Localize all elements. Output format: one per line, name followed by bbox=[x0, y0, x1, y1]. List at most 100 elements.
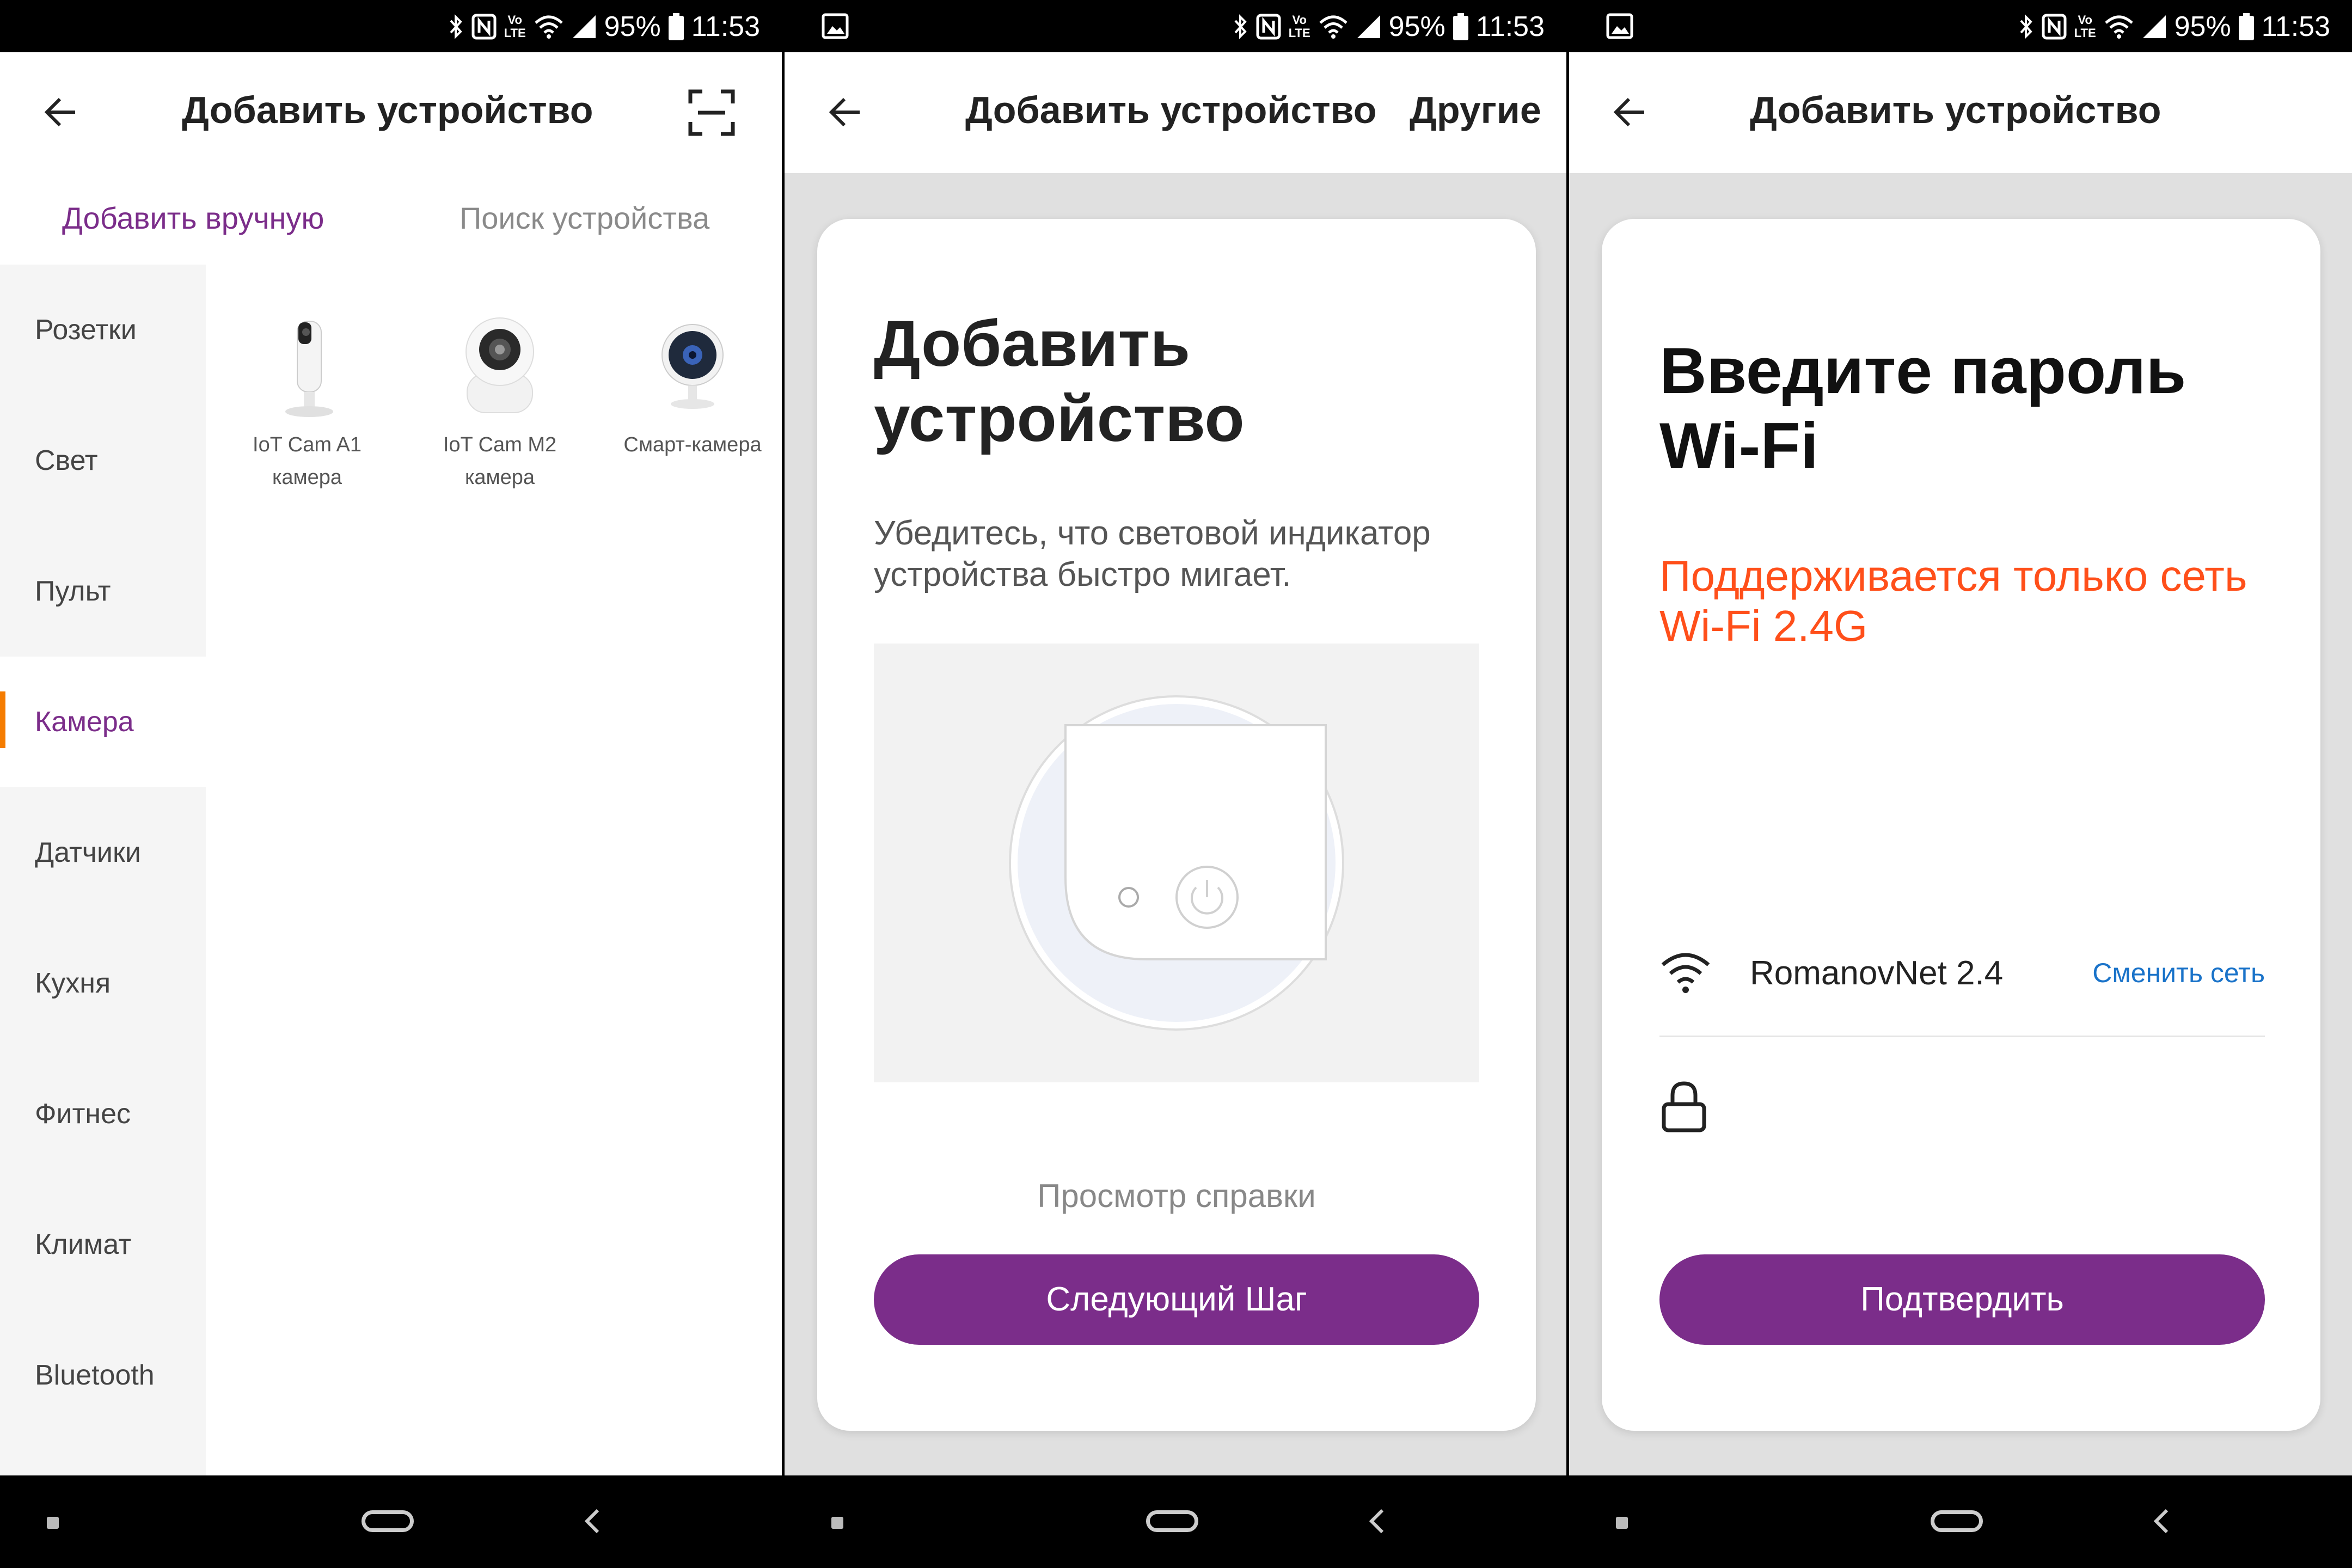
status-bar: Vo LTE 95% 11:53 bbox=[1569, 0, 2352, 52]
category-item-climate[interactable]: Климат bbox=[0, 1179, 206, 1310]
device-indicator-illustration bbox=[874, 644, 1479, 1082]
battery-icon bbox=[2238, 13, 2254, 40]
nfc-icon bbox=[1256, 14, 1281, 40]
category-item-remote[interactable]: Пульт bbox=[0, 526, 206, 657]
category-item-camera[interactable]: Камера bbox=[0, 657, 206, 787]
tab-search-device[interactable]: Поиск устройства bbox=[460, 200, 709, 236]
page-title: Добавить устройство bbox=[1750, 89, 2161, 131]
category-label: Розетки bbox=[35, 314, 137, 346]
category-label: Пульт bbox=[35, 575, 111, 607]
app-bar: Добавить устройство Другие bbox=[785, 52, 1566, 173]
home-icon[interactable] bbox=[362, 1510, 414, 1532]
warning-line1: Поддерживается только сеть bbox=[1659, 552, 2247, 600]
category-list: Розетки Свет Пульт Камера Датчики Кухня … bbox=[0, 265, 206, 1475]
status-bar: Vo LTE 95% 11:53 bbox=[785, 0, 1566, 52]
device-grid: IoT Cam A1 камера IoT Cam M2 камера Смар… bbox=[206, 265, 782, 1475]
home-icon[interactable] bbox=[1146, 1510, 1198, 1532]
device-name-line2: камера bbox=[464, 466, 535, 489]
confirm-button[interactable]: Подтвердить bbox=[1659, 1254, 2265, 1345]
other-action-button[interactable]: Другие bbox=[1410, 88, 1541, 132]
page-title: Добавить устройство bbox=[965, 89, 1377, 131]
help-link[interactable]: Просмотр справки bbox=[817, 1177, 1536, 1215]
category-label: Климат bbox=[35, 1229, 132, 1260]
camera-m2-image bbox=[465, 317, 534, 413]
card-heading: Добавить устройство bbox=[874, 306, 1245, 456]
battery-icon bbox=[1453, 13, 1468, 40]
next-step-button[interactable]: Следующий Шаг bbox=[874, 1254, 1479, 1345]
category-item-sockets[interactable]: Розетки bbox=[0, 265, 206, 395]
recent-apps-icon[interactable] bbox=[47, 1517, 59, 1529]
wifi-icon bbox=[1661, 953, 1710, 993]
app-bar: Добавить устройство bbox=[0, 52, 782, 173]
power-button-illustration bbox=[1009, 695, 1344, 1031]
wifi-network-row: RomanovNet 2.4 Сменить сеть bbox=[1659, 927, 2265, 1037]
category-label: Свет bbox=[35, 445, 98, 476]
back-arrow-icon[interactable] bbox=[826, 93, 865, 132]
device-card-smart-camera[interactable]: Смарт-камера bbox=[600, 314, 782, 464]
warning-line2: Wi-Fi 2.4G bbox=[1659, 602, 1868, 650]
category-label: Bluetooth bbox=[35, 1359, 155, 1391]
wifi-warning-text: Поддерживается только сеть Wi-Fi 2.4G bbox=[1659, 551, 2286, 651]
category-item-fitness[interactable]: Фитнес bbox=[0, 1049, 206, 1179]
app-bar: Добавить устройство bbox=[1569, 52, 2352, 173]
volte-icon: Vo LTE bbox=[1288, 13, 1310, 40]
recent-apps-icon[interactable] bbox=[1616, 1517, 1628, 1529]
device-name-line1: Смарт-камера bbox=[623, 433, 762, 456]
category-item-sensors[interactable]: Датчики bbox=[0, 787, 206, 918]
device-card-iot-cam-a1[interactable]: IoT Cam A1 камера bbox=[215, 314, 400, 491]
tab-bar: Добавить вручную Поиск устройства bbox=[0, 173, 782, 265]
scan-icon[interactable] bbox=[687, 88, 736, 137]
gallery-notification-icon bbox=[1606, 13, 1633, 39]
category-label: Кухня bbox=[35, 967, 111, 999]
nfc-icon bbox=[2042, 14, 2067, 40]
nfc-icon bbox=[471, 14, 497, 40]
home-icon[interactable] bbox=[1931, 1510, 1983, 1532]
recent-apps-icon[interactable] bbox=[831, 1517, 843, 1529]
category-label: Датчики bbox=[35, 837, 141, 868]
bluetooth-icon bbox=[1234, 14, 1247, 39]
category-item-kitchen[interactable]: Кухня bbox=[0, 918, 206, 1049]
system-nav-bar bbox=[1569, 1475, 2352, 1568]
instruction-text: Убедитесь, что световой индикатор устрой… bbox=[874, 514, 1431, 593]
wifi-password-input[interactable] bbox=[1750, 1085, 2242, 1129]
bluetooth-icon bbox=[2020, 14, 2032, 39]
bluetooth-icon bbox=[450, 14, 462, 39]
volte-icon: Vo LTE bbox=[2074, 13, 2096, 40]
category-label: Камера bbox=[35, 706, 134, 738]
clock: 11:53 bbox=[691, 11, 760, 42]
wifi-status-icon bbox=[1319, 15, 1347, 39]
tab-add-manually[interactable]: Добавить вручную bbox=[62, 200, 324, 236]
clock: 11:53 bbox=[2261, 11, 2330, 42]
clock: 11:53 bbox=[1475, 11, 1545, 42]
device-name-line2: камера bbox=[272, 466, 342, 489]
system-nav-bar bbox=[0, 1475, 782, 1568]
heading-line1: Введите пароль bbox=[1659, 334, 2186, 407]
back-arrow-icon[interactable] bbox=[1610, 93, 1650, 132]
battery-percent: 95% bbox=[604, 11, 661, 42]
heading-line1: Добавить bbox=[874, 307, 1191, 380]
battery-icon bbox=[668, 13, 684, 40]
category-item-bluetooth[interactable]: Bluetooth bbox=[0, 1310, 206, 1441]
password-row bbox=[1659, 1068, 2265, 1144]
volte-icon: Vo LTE bbox=[504, 13, 526, 40]
change-network-link[interactable]: Сменить сеть bbox=[2092, 957, 2265, 989]
smart-camera-image bbox=[661, 324, 724, 409]
screen-device-indicator: Vo LTE 95% 11:53 Добавить устройство Друг… bbox=[785, 0, 1566, 1568]
signal-icon bbox=[2142, 15, 2166, 38]
system-back-icon[interactable] bbox=[577, 1506, 608, 1536]
back-arrow-icon[interactable] bbox=[41, 93, 81, 132]
wifi-status-icon bbox=[534, 15, 563, 39]
signal-icon bbox=[572, 15, 596, 38]
signal-icon bbox=[1357, 15, 1380, 38]
camera-a1-image bbox=[285, 321, 333, 417]
lock-icon bbox=[1662, 1081, 1706, 1132]
system-back-icon[interactable] bbox=[2146, 1506, 2177, 1536]
selection-indicator bbox=[0, 691, 5, 748]
device-card-iot-cam-m2[interactable]: IoT Cam M2 камера bbox=[407, 314, 592, 491]
wifi-ssid: RomanovNet 2.4 bbox=[1750, 954, 2004, 992]
status-bar: Vo LTE 95% 11:53 bbox=[0, 0, 782, 52]
category-item-light[interactable]: Свет bbox=[0, 395, 206, 526]
screen-add-device-manual: Vo LTE 95% 11:53 Добавить устройство Доба… bbox=[0, 0, 782, 1568]
heading-line2: устройство bbox=[874, 382, 1245, 455]
system-back-icon[interactable] bbox=[1362, 1506, 1392, 1536]
